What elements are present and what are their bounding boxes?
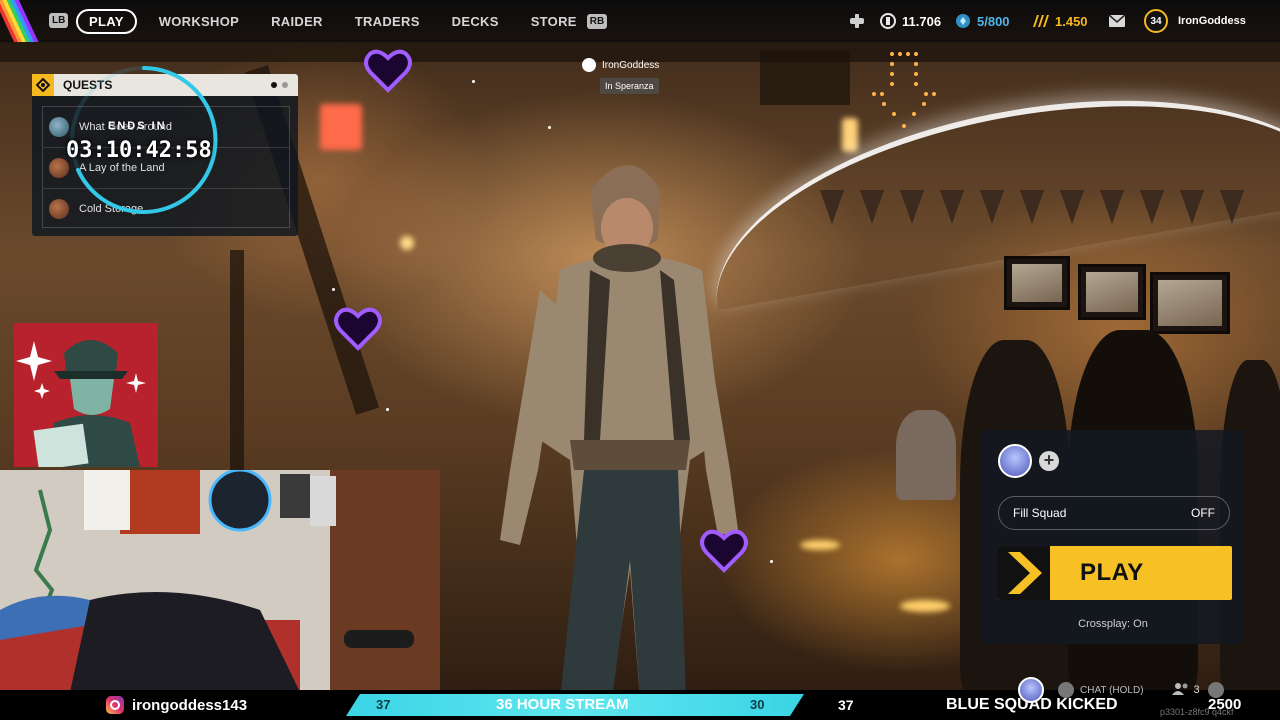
coins-currency: 11.706 bbox=[880, 0, 941, 42]
tokens-value: 5/800 bbox=[977, 13, 1010, 29]
quest-diamond-icon bbox=[32, 74, 54, 96]
crossplay-status: Crossplay: On bbox=[1078, 618, 1148, 630]
play-button-label: PLAY bbox=[1080, 559, 1144, 586]
play-chevron-icon bbox=[998, 546, 1050, 600]
fill-squad-value: OFF bbox=[1191, 506, 1215, 520]
tab-play[interactable]: PLAY bbox=[76, 8, 137, 34]
squad-play-panel: + Fill Squad OFF PLAY Crossplay: On bbox=[982, 430, 1244, 644]
tokens-currency: 5/800 bbox=[955, 0, 1010, 42]
play-button[interactable]: PLAY bbox=[998, 546, 1232, 600]
chat-button-icon[interactable] bbox=[1058, 682, 1074, 698]
squad-leader-avatar[interactable] bbox=[998, 444, 1032, 478]
add-squad-member-button[interactable]: + bbox=[1039, 451, 1059, 471]
raider-character bbox=[500, 165, 738, 700]
coins-value: 11.706 bbox=[902, 13, 942, 29]
tab-decks[interactable]: DECKS bbox=[452, 14, 499, 29]
heart-icon bbox=[364, 49, 412, 93]
tab-raider[interactable]: RAIDER bbox=[271, 14, 323, 29]
chat-hold-label: CHAT (HOLD) bbox=[1080, 684, 1144, 696]
rb-button-hint: RB bbox=[586, 13, 608, 29]
countdown-timer: 03:10:42:58 bbox=[66, 138, 212, 163]
quest-page-dots[interactable] bbox=[271, 82, 288, 88]
rainbow-decor bbox=[0, 0, 46, 42]
crown-icon bbox=[582, 58, 596, 72]
profile-button[interactable]: 34 IronGoddess bbox=[1144, 0, 1246, 42]
credits-icon bbox=[1033, 15, 1049, 27]
members-icon bbox=[1171, 682, 1190, 698]
arrow-sign-decor bbox=[872, 52, 936, 128]
player-avatar[interactable] bbox=[1018, 677, 1044, 703]
chat-controls: CHAT (HOLD) 3 bbox=[1018, 676, 1224, 704]
player-name: IronGoddess bbox=[602, 59, 660, 71]
main-menu: PLAY WORKSHOP RAIDER TRADERS DECKS STORE… bbox=[76, 0, 608, 42]
token-icon bbox=[956, 14, 970, 28]
credits-currency: 1.450 bbox=[1031, 0, 1088, 42]
player-nameplate: IronGoddess In Speranza bbox=[582, 58, 659, 94]
fill-squad-label: Fill Squad bbox=[1013, 506, 1067, 520]
mail-icon[interactable] bbox=[1108, 14, 1126, 28]
webcam-feed bbox=[0, 470, 440, 692]
coin-icon bbox=[880, 13, 896, 29]
heart-icon bbox=[700, 529, 748, 573]
streamer-logo bbox=[14, 323, 158, 471]
instagram-icon bbox=[106, 696, 124, 714]
gamepad-settings-icon[interactable] bbox=[848, 13, 866, 29]
members-count: 3 bbox=[1193, 684, 1200, 696]
bunting-flags bbox=[820, 190, 1280, 250]
tab-traders[interactable]: TRADERS bbox=[355, 14, 420, 29]
tab-workshop[interactable]: WORKSHOP bbox=[159, 14, 239, 29]
credits-value: 1.450 bbox=[1055, 13, 1088, 29]
heart-icon bbox=[334, 307, 382, 351]
level-badge: 34 bbox=[1144, 9, 1168, 33]
instagram-handle: irongoddess143 bbox=[106, 690, 247, 720]
stream-title: 36 HOUR STREAM bbox=[496, 696, 629, 713]
profile-username: IronGoddess bbox=[1178, 15, 1246, 27]
fill-squad-toggle[interactable]: Fill Squad OFF bbox=[998, 496, 1230, 530]
player-location: In Speranza bbox=[600, 78, 659, 94]
stream-after-number: 37 bbox=[838, 697, 854, 713]
menu-button-icon[interactable] bbox=[1207, 682, 1224, 698]
stream-left-number: 37 bbox=[376, 697, 391, 712]
build-id: p3301-z8fc9 q4ckf bbox=[1160, 707, 1234, 717]
instagram-name: irongoddess143 bbox=[132, 696, 248, 714]
lb-button-hint: LB bbox=[49, 13, 69, 28]
stream-right-number: 30 bbox=[750, 697, 765, 712]
ends-in-label: ENDS IN bbox=[108, 120, 167, 132]
top-navigation-bar: LB PLAY WORKSHOP RAIDER TRADERS DECKS ST… bbox=[0, 0, 1280, 42]
tab-store[interactable]: STORE bbox=[531, 14, 577, 29]
